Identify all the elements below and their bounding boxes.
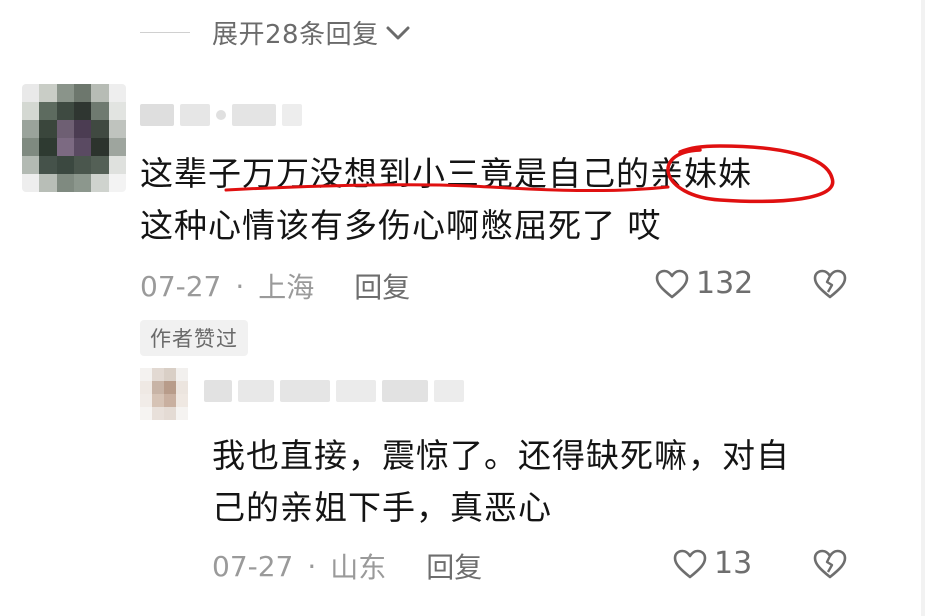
reply-button[interactable]: 回复 [426,546,482,586]
scrollbar-track [921,0,925,616]
expand-replies-button[interactable]: 展开28条回复 [140,12,411,52]
chevron-down-icon [386,26,410,40]
heart-outline-icon [673,549,707,578]
reply-body: 我也直接，震惊了。还得缺死嘛，对自 己的亲姐下手，真恶心 [212,430,872,534]
username-blurred[interactable] [140,104,302,126]
like-button[interactable]: 132 [654,266,753,301]
avatar[interactable] [140,368,188,420]
comment-line: 这辈子万万没想到小三竟是自己的亲妹妹 [140,154,752,193]
broken-heart-icon[interactable] [812,548,848,580]
like-count: 13 [714,546,753,581]
divider-line [140,31,190,33]
reply-date: 07-27 [212,549,294,583]
avatar[interactable] [22,84,126,192]
comment-meta: 07-27 · 上海 回复 [140,266,410,306]
reply-line: 我也直接，震惊了。还得缺死嘛，对自 [212,436,790,475]
comment-line: 这种心情该有多伤心啊憋屈死了 哎 [140,206,662,245]
username-blurred[interactable] [204,380,464,402]
like-button[interactable]: 13 [672,546,752,581]
like-count: 132 [696,266,754,301]
meta-separator: · [307,549,317,583]
comment-location: 上海 [258,271,315,304]
expand-replies-label: 展开28条回复 [212,19,379,50]
author-liked-badge: 作者赞过 [140,320,248,356]
broken-heart-icon[interactable] [812,268,848,300]
heart-outline-icon [655,269,689,298]
comment-date: 07-27 [140,269,222,303]
meta-separator: · [235,269,245,303]
reply-button[interactable]: 回复 [354,266,410,306]
comment-body: 这辈子万万没想到小三竟是自己的亲妹妹 这种心情该有多伤心啊憋屈死了 哎 [140,148,860,252]
reply-line: 己的亲姐下手，真恶心 [212,488,552,527]
reply-location: 山东 [330,551,387,584]
reply-meta: 07-27 · 山东 回复 [212,546,482,586]
